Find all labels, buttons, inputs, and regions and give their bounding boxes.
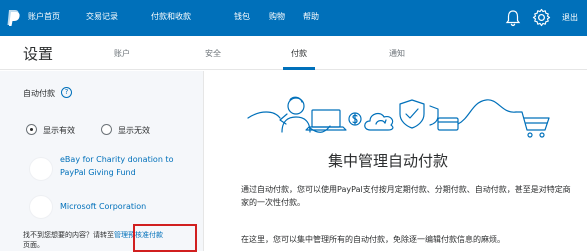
merchant-name[interactable]: eBay for Charity donation to PayPal Givi… xyxy=(60,153,180,179)
nav-item-account-home[interactable]: 账户首页 xyxy=(28,11,60,23)
dollar-icon xyxy=(348,112,362,126)
nav-item-send-receive[interactable]: 付款和收款 xyxy=(151,11,191,23)
top-navigation-bar: 账户首页 交易记录 付款和收款 钱包 购物 帮助 退出 xyxy=(0,0,587,36)
laptop-icon xyxy=(305,109,347,131)
card-icon xyxy=(437,117,459,131)
flow-line xyxy=(457,99,517,125)
active-tab-indicator xyxy=(283,67,315,70)
gear-icon[interactable] xyxy=(532,8,551,27)
description-paragraph: 在这里，您可以集中管理所有的自动付款，免除逐一编辑付款信息的麻烦。 xyxy=(241,235,505,244)
tab-notifications[interactable]: 通知 xyxy=(389,48,405,59)
nav-item-transactions[interactable]: 交易记录 xyxy=(86,11,118,23)
footer-note-prefix: 找不到您想要的内容？请转至 xyxy=(23,231,114,239)
bell-icon[interactable] xyxy=(505,9,521,27)
nav-item-wallet[interactable]: 钱包 xyxy=(234,11,250,23)
automatic-payments-sidebar: 自动付款 ? 显示有效 显示无效 eBay for Charity donati… xyxy=(0,71,204,252)
merchant-avatar xyxy=(29,195,53,219)
person-icon xyxy=(279,96,311,133)
nav-item-help[interactable]: 帮助 xyxy=(303,11,319,23)
tab-payments[interactable]: 付款 xyxy=(291,48,307,59)
merchant-item[interactable]: Microsoft Corporation xyxy=(0,193,204,221)
highlight-annotation-box xyxy=(133,224,197,252)
automatic-payments-illustration xyxy=(247,96,550,138)
tab-account[interactable]: 账户 xyxy=(114,48,130,59)
paypal-logo-icon[interactable] xyxy=(6,9,20,27)
radio-show-active[interactable] xyxy=(26,124,37,135)
radio-label-show-active[interactable]: 显示有效 xyxy=(43,125,75,136)
cloud-sync-icon xyxy=(364,112,394,131)
sidebar-title: 自动付款 xyxy=(23,89,55,98)
shield-check-icon xyxy=(399,99,425,129)
settings-header: 设置 账户 安全 付款 通知 xyxy=(0,36,587,70)
flow-line xyxy=(247,111,281,119)
page-title: 设置 xyxy=(23,45,54,63)
help-icon[interactable]: ? xyxy=(61,87,72,98)
merchant-avatar xyxy=(29,157,53,181)
shield-outline xyxy=(429,105,439,126)
merchant-item[interactable]: eBay for Charity donation to PayPal Givi… xyxy=(0,149,204,187)
footer-note-suffix: 页面。 xyxy=(23,241,44,249)
radio-label-show-inactive[interactable]: 显示无效 xyxy=(118,125,150,136)
radio-show-inactive[interactable] xyxy=(101,124,112,135)
description-paragraph: 通过自动付款，您可以使用PayPal支付按月定期付款、分期付款、自动付款，甚至是… xyxy=(241,185,571,207)
nav-item-shopping[interactable]: 购物 xyxy=(269,11,285,23)
logout-link[interactable]: 退出 xyxy=(562,12,578,23)
main-heading: 集中管理自动付款 xyxy=(328,152,449,170)
shopping-cart-icon xyxy=(515,111,550,138)
merchant-name[interactable]: Microsoft Corporation xyxy=(60,200,190,213)
radio-selected-dot xyxy=(30,128,33,131)
tab-security[interactable]: 安全 xyxy=(205,48,221,59)
